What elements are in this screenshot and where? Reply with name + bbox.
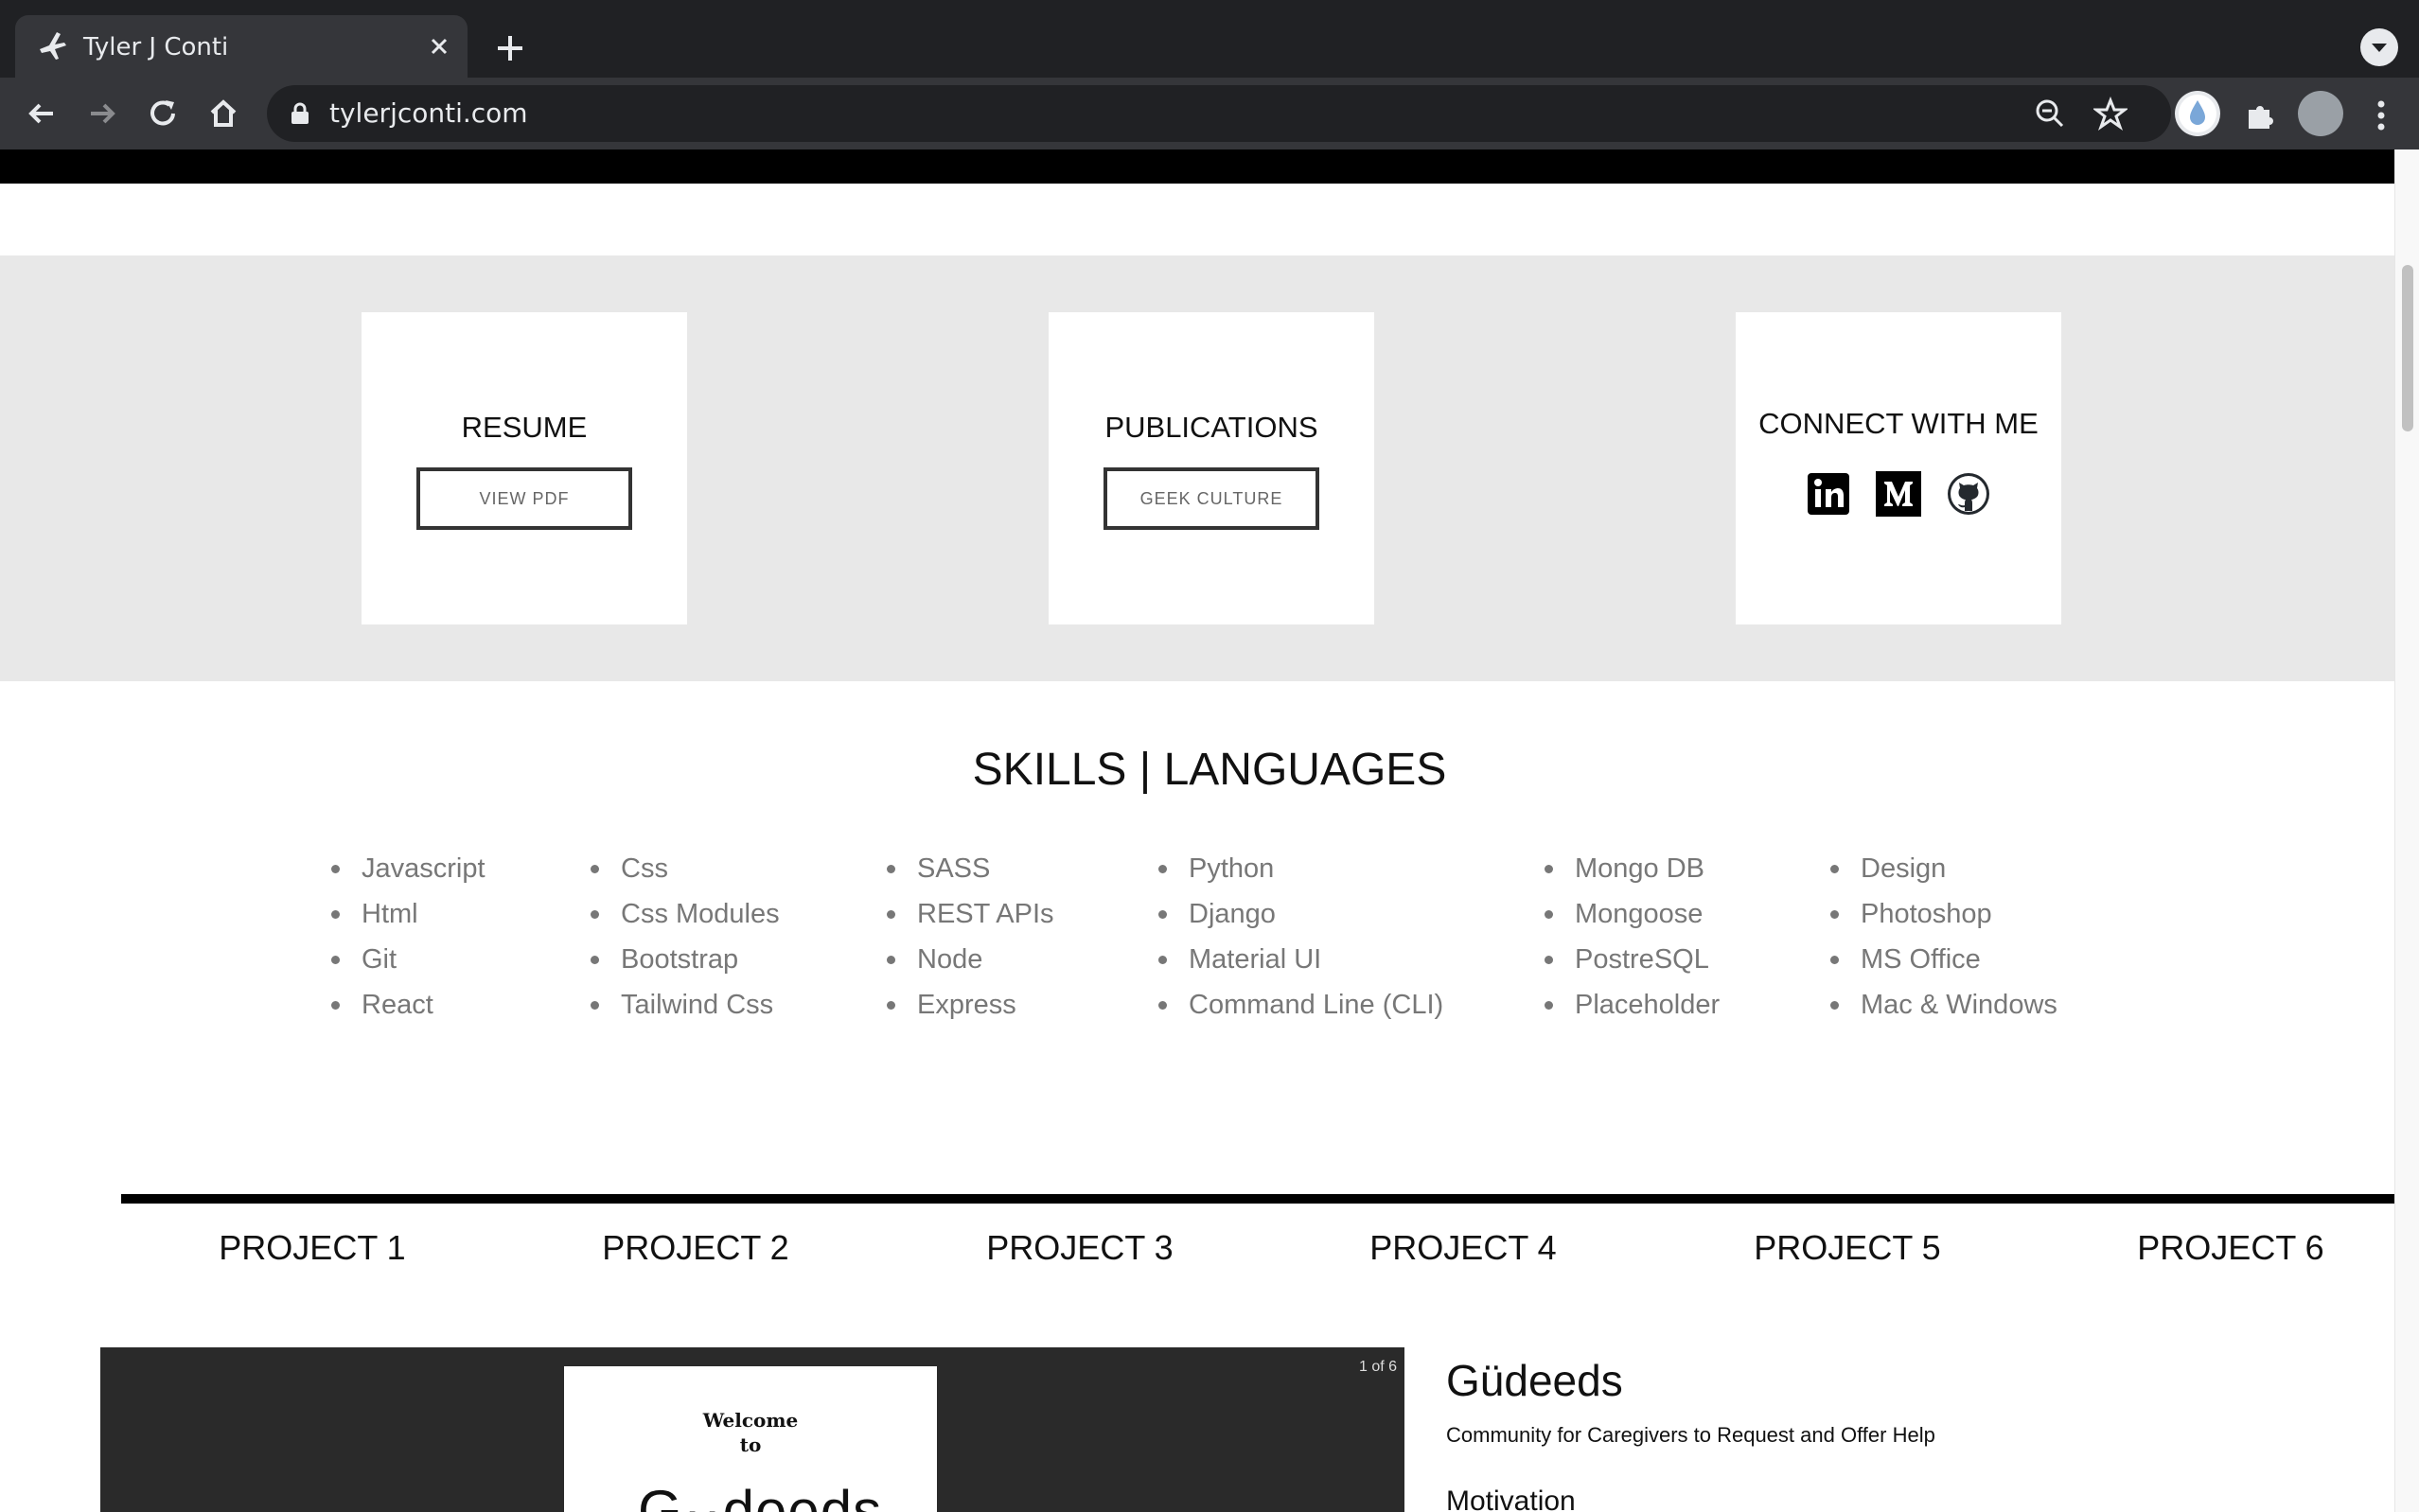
tab-project-6[interactable]: PROJECT 6	[2108, 1228, 2354, 1268]
tab-search-button[interactable]	[2360, 28, 2398, 66]
zoom-icon[interactable]	[2033, 97, 2067, 131]
new-tab-icon[interactable]	[488, 26, 532, 70]
list-item: Command Line (CLI)	[1157, 988, 1443, 1033]
airplane-icon	[40, 32, 66, 60]
lock-icon	[291, 102, 309, 124]
skills-heading: SKILLS | LANGUAGES	[972, 745, 1447, 795]
slide-counter: 1 of 6	[1358, 1359, 1397, 1375]
browser-tab[interactable]: Tyler J Conti	[15, 15, 468, 78]
publications-title: PUBLICATIONS	[1104, 411, 1318, 444]
list-item: Material UI	[1157, 942, 1443, 988]
list-item: Git	[331, 942, 486, 988]
list-item: Css Modules	[591, 897, 780, 942]
list-item: Mongo DB	[1544, 852, 1720, 897]
project-image-viewer[interactable]: 1 of 6 Welcome to G··deeds	[100, 1347, 1404, 1512]
tab-project-1[interactable]: PROJECT 1	[189, 1228, 435, 1268]
connect-title: CONNECT WITH ME	[1758, 407, 2039, 440]
project-tabs-divider	[121, 1194, 2394, 1204]
list-item: React	[331, 988, 486, 1033]
home-icon[interactable]	[204, 95, 242, 132]
view-pdf-button[interactable]: VIEW PDF	[416, 467, 632, 530]
header-bar	[0, 149, 2394, 184]
linkedin-icon[interactable]	[1806, 471, 1851, 517]
back-arrow-icon[interactable]	[23, 95, 61, 132]
skills-column-2: Css Css Modules Bootstrap Tailwind Css	[591, 852, 780, 1033]
publications-card: PUBLICATIONS GEEK CULTURE	[1049, 312, 1374, 624]
resume-title: RESUME	[461, 411, 588, 444]
address-bar[interactable]: tylerjconti.com	[267, 85, 2171, 142]
list-item: PostreSQL	[1544, 942, 1720, 988]
scrollbar-thumb[interactable]	[2402, 265, 2413, 431]
list-item: Tailwind Css	[591, 988, 780, 1033]
drop-icon	[2179, 95, 2216, 132]
close-icon[interactable]	[426, 33, 452, 60]
list-item: REST APIs	[887, 897, 1054, 942]
page-content: RESUME VIEW PDF PUBLICATIONS GEEK CULTUR…	[0, 149, 2394, 1512]
tab-project-5[interactable]: PROJECT 5	[1724, 1228, 1970, 1268]
info-cards-section: RESUME VIEW PDF PUBLICATIONS GEEK CULTUR…	[0, 255, 2394, 681]
list-item: Django	[1157, 897, 1443, 942]
forward-arrow-icon[interactable]	[83, 95, 121, 132]
menu-icon[interactable]	[2362, 97, 2400, 134]
project-section-heading: Motivation	[1446, 1486, 1576, 1512]
connect-card: CONNECT WITH ME	[1736, 312, 2061, 624]
list-item: Html	[331, 897, 486, 942]
list-item: Mongoose	[1544, 897, 1720, 942]
browser-toolbar: tylerjconti.com	[0, 78, 2419, 149]
tab-project-4[interactable]: PROJECT 4	[1340, 1228, 1586, 1268]
star-icon[interactable]	[2093, 97, 2128, 131]
skills-column-5: Mongo DB Mongoose PostreSQL Placeholder	[1544, 852, 1720, 1033]
profile-avatar[interactable]	[2298, 91, 2343, 136]
list-item: Node	[887, 942, 1054, 988]
puzzle-icon[interactable]	[2241, 97, 2279, 134]
slide-welcome-text: Welcome to	[564, 1408, 937, 1457]
reload-icon[interactable]	[144, 95, 182, 132]
list-item: MS Office	[1830, 942, 2057, 988]
list-item: Express	[887, 988, 1054, 1033]
chevron-down-icon	[2372, 44, 2387, 52]
list-item: Mac & Windows	[1830, 988, 2057, 1033]
skills-column-1: Javascript Html Git React	[331, 852, 486, 1033]
list-item: Python	[1157, 852, 1443, 897]
gudeeds-logo: G··deeds	[638, 1479, 883, 1512]
project-title: Güdeeds	[1446, 1356, 1623, 1405]
project-subtitle: Community for Caregivers to Request and …	[1446, 1423, 1935, 1447]
list-item: Design	[1830, 852, 2057, 897]
skills-column-3: SASS REST APIs Node Express	[887, 852, 1054, 1033]
slide-welcome-line: Welcome	[702, 1409, 799, 1432]
geek-culture-button[interactable]: GEEK CULTURE	[1104, 467, 1319, 530]
slide-image: Welcome to G··deeds	[564, 1366, 937, 1512]
list-item: Placeholder	[1544, 988, 1720, 1033]
list-item: Photoshop	[1830, 897, 2057, 942]
slide-to-line: to	[739, 1433, 762, 1456]
tab-strip: Tyler J Conti	[0, 0, 2419, 78]
list-item: Javascript	[331, 852, 486, 897]
list-item: Css	[591, 852, 780, 897]
skills-column-4: Python Django Material UI Command Line (…	[1157, 852, 1443, 1033]
medium-icon[interactable]	[1876, 471, 1921, 517]
skills-column-6: Design Photoshop MS Office Mac & Windows	[1830, 852, 2057, 1033]
tab-project-2[interactable]: PROJECT 2	[573, 1228, 819, 1268]
tab-title: Tyler J Conti	[83, 33, 229, 62]
extension-icon[interactable]	[2175, 91, 2220, 136]
github-icon[interactable]	[1946, 471, 1991, 517]
resume-card: RESUME VIEW PDF	[362, 312, 687, 624]
tab-project-3[interactable]: PROJECT 3	[957, 1228, 1203, 1268]
list-item: Bootstrap	[591, 942, 780, 988]
url-text: tylerjconti.com	[329, 97, 528, 129]
list-item: SASS	[887, 852, 1054, 897]
